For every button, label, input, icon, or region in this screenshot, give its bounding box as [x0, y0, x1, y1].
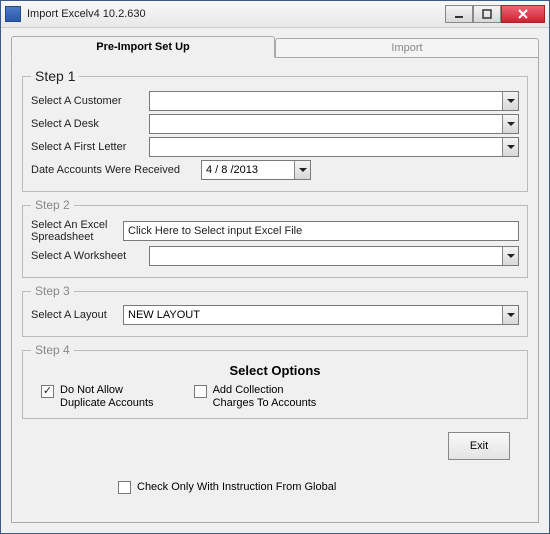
customer-label: Select A Customer	[31, 95, 149, 107]
tab-import[interactable]: Import	[275, 38, 539, 58]
letter-label: Select A First Letter	[31, 141, 149, 153]
date-value: 4 / 8 /2013	[206, 164, 258, 176]
checkbox-icon	[118, 481, 131, 494]
tab-strip: Pre-Import Set Up Import	[11, 36, 539, 58]
tab-page-preimport: Step 1 Select A Customer Select A Desk	[11, 58, 539, 523]
step3-group: Step 3 Select A Layout NEW LAYOUT	[22, 284, 528, 337]
chevron-down-icon	[502, 138, 518, 156]
app-icon	[5, 6, 21, 22]
add-charges-checkbox[interactable]: Add Collection Charges To Accounts	[194, 384, 317, 410]
chevron-down-icon	[502, 306, 518, 324]
window-buttons	[445, 5, 545, 23]
checkbox-icon	[194, 385, 207, 398]
exit-label: Exit	[470, 440, 488, 452]
excel-file-value: Click Here to Select input Excel File	[128, 225, 302, 237]
no-duplicates-checkbox[interactable]: Do Not Allow Duplicate Accounts	[41, 384, 154, 410]
step2-group: Step 2 Select An Excel Spreadsheet Click…	[22, 198, 528, 278]
global-instruction-label: Check Only With Instruction From Global	[137, 481, 336, 493]
global-instruction-checkbox[interactable]: Check Only With Instruction From Global	[118, 480, 336, 494]
desk-label: Select A Desk	[31, 118, 149, 130]
window-title: Import Excelv4 10.2.630	[27, 8, 445, 20]
excel-file-input[interactable]: Click Here to Select input Excel File	[123, 221, 519, 241]
layout-dropdown[interactable]: NEW LAYOUT	[123, 305, 519, 325]
step1-group: Step 1 Select A Customer Select A Desk	[22, 68, 528, 192]
checkbox-icon	[41, 385, 54, 398]
worksheet-dropdown[interactable]	[149, 246, 519, 266]
step4-group: Step 4 Select Options Do Not Allow Dupli…	[22, 343, 528, 419]
maximize-icon	[482, 9, 492, 19]
date-label: Date Accounts Were Received	[31, 164, 201, 176]
close-button[interactable]	[501, 5, 545, 23]
customer-dropdown[interactable]	[149, 91, 519, 111]
step2-legend: Step 2	[31, 198, 74, 212]
letter-dropdown[interactable]	[149, 137, 519, 157]
desk-dropdown[interactable]	[149, 114, 519, 134]
step1-legend: Step 1	[31, 68, 79, 84]
date-picker[interactable]: 4 / 8 /2013	[201, 160, 311, 180]
no-duplicates-label: Do Not Allow Duplicate Accounts	[60, 384, 154, 410]
titlebar: Import Excelv4 10.2.630	[1, 1, 549, 28]
tab-preimport[interactable]: Pre-Import Set Up	[11, 36, 275, 58]
chevron-down-icon	[502, 92, 518, 110]
step3-legend: Step 3	[31, 284, 74, 298]
maximize-button[interactable]	[473, 5, 501, 23]
layout-label: Select A Layout	[31, 309, 123, 321]
chevron-down-icon	[294, 161, 310, 179]
worksheet-label: Select A Worksheet	[31, 250, 149, 262]
step4-legend: Step 4	[31, 343, 74, 357]
excel-label: Select An Excel Spreadsheet	[31, 219, 123, 243]
minimize-icon	[454, 9, 464, 19]
app-window: Import Excelv4 10.2.630 Pre-Import Set U…	[0, 0, 550, 534]
add-charges-label: Add Collection Charges To Accounts	[213, 384, 317, 410]
chevron-down-icon	[502, 247, 518, 265]
exit-button[interactable]: Exit	[448, 432, 510, 460]
client-area: Pre-Import Set Up Import Step 1 Select A…	[1, 28, 549, 533]
layout-value: NEW LAYOUT	[128, 309, 200, 321]
options-title: Select Options	[31, 363, 519, 378]
minimize-button[interactable]	[445, 5, 473, 23]
chevron-down-icon	[502, 115, 518, 133]
close-icon	[518, 9, 528, 19]
